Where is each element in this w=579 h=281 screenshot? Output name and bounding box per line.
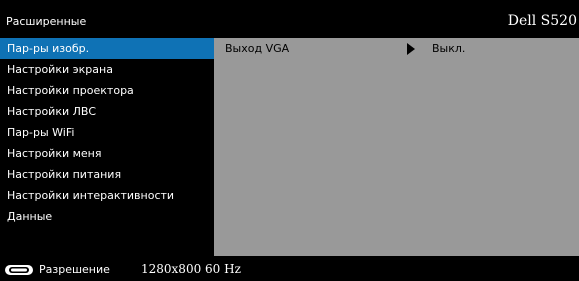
sidebar-item-label: Пар-ры изобр. bbox=[7, 42, 90, 55]
sidebar-item-picture-settings[interactable]: Пар-ры изобр. bbox=[0, 38, 214, 59]
brand-label: Dell S520 bbox=[507, 13, 577, 29]
vga-output-value: Выкл. bbox=[432, 42, 466, 55]
vga-output-label: Выход VGA bbox=[225, 42, 290, 55]
sidebar-item-label: Настройки питания bbox=[7, 168, 122, 181]
remote-control-icon bbox=[5, 265, 33, 275]
sidebar-item-label: Настройки меня bbox=[7, 147, 102, 160]
menu-header: Расширенные Dell S520 bbox=[0, 0, 579, 36]
sidebar-item-label: Настройки проектора bbox=[7, 84, 134, 97]
sidebar-item-label: Настройки экрана bbox=[7, 63, 113, 76]
resolution-label: Разрешение bbox=[39, 263, 110, 276]
sidebar-item-power-settings[interactable]: Настройки питания bbox=[0, 164, 214, 185]
sidebar-item-label: Данные bbox=[7, 210, 53, 223]
sidebar-menu: Пар-ры изобр. Настройки экрана Настройки… bbox=[0, 38, 214, 256]
menu-title: Расширенные bbox=[6, 15, 87, 28]
sidebar-item-information[interactable]: Данные bbox=[0, 206, 214, 227]
status-bar: Разрешение 1280x800 60 Hz bbox=[0, 258, 579, 281]
sidebar-item-menu-settings[interactable]: Настройки меня bbox=[0, 143, 214, 164]
vga-output-row[interactable]: Выход VGA Выкл. bbox=[214, 38, 579, 59]
sidebar-item-label: Настройки ЛВС bbox=[7, 105, 97, 118]
osd-menu: Расширенные Dell S520 Пар-ры изобр. Наст… bbox=[0, 0, 579, 281]
sidebar-item-projector-settings[interactable]: Настройки проектора bbox=[0, 80, 214, 101]
sidebar-item-label: Настройки интерактивности bbox=[7, 189, 175, 202]
sidebar-item-lan-settings[interactable]: Настройки ЛВС bbox=[0, 101, 214, 122]
sidebar-item-label: Пар-ры WiFi bbox=[7, 126, 75, 139]
sidebar-item-wifi-settings[interactable]: Пар-ры WiFi bbox=[0, 122, 214, 143]
resolution-value: 1280x800 60 Hz bbox=[141, 262, 241, 276]
settings-panel: Выход VGA Выкл. bbox=[214, 38, 579, 256]
sidebar-item-display-settings[interactable]: Настройки экрана bbox=[0, 59, 214, 80]
submenu-arrow-icon bbox=[407, 43, 415, 55]
sidebar-item-interactive-settings[interactable]: Настройки интерактивности bbox=[0, 185, 214, 206]
